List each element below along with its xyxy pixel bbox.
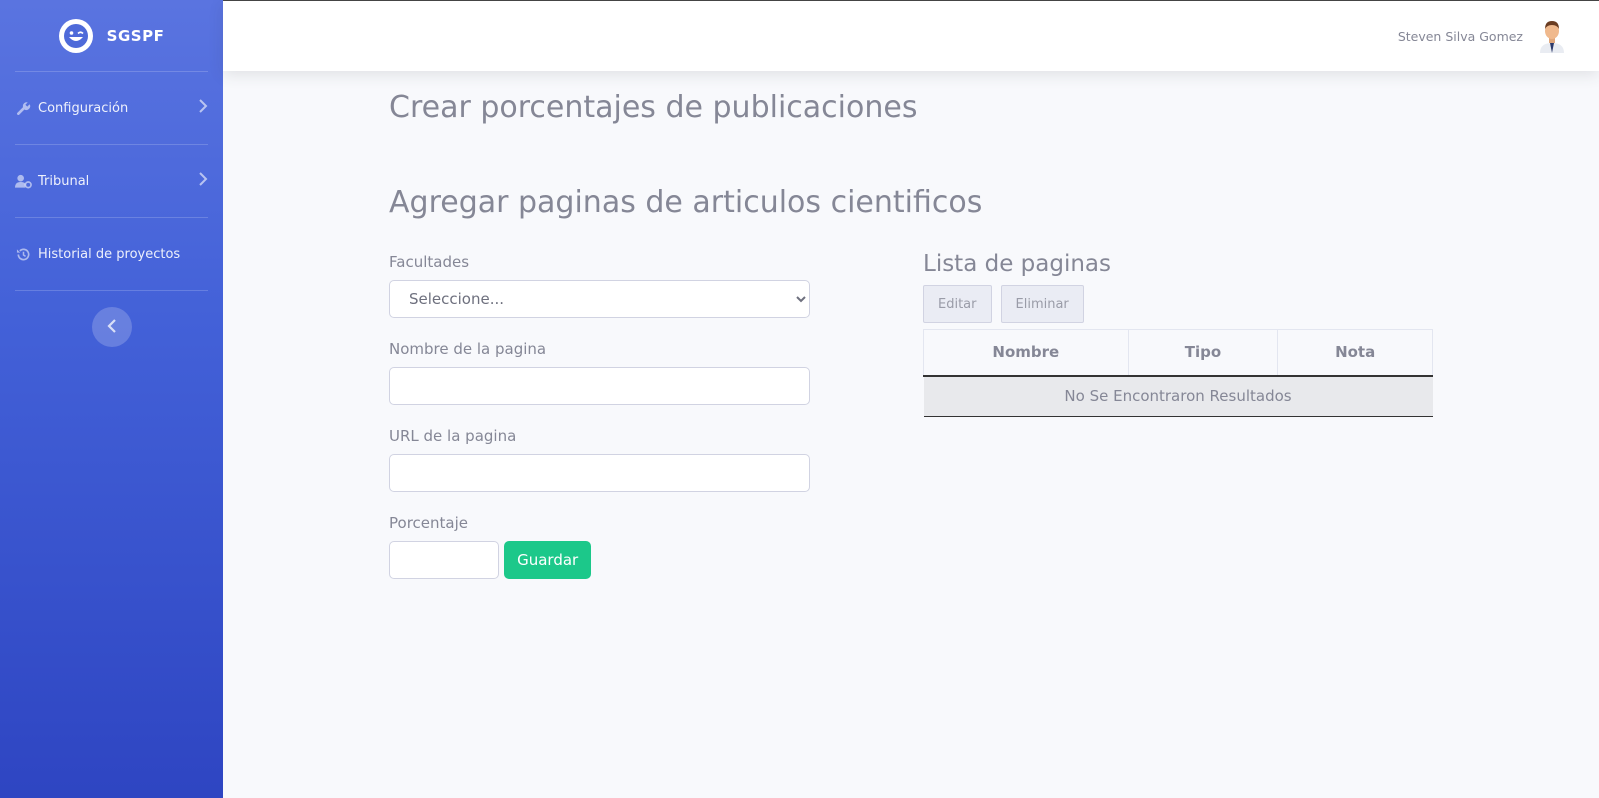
user-gear-icon [15, 174, 32, 189]
sidebar-toggle-button[interactable] [91, 307, 132, 347]
chevron-right-icon [198, 99, 208, 117]
avatar[interactable] [1537, 19, 1567, 53]
pages-table: Nombre Tipo Nota No Se Encontraron Resul… [923, 329, 1433, 417]
edit-button[interactable]: Editar [923, 285, 992, 323]
url-label: URL de la pagina [389, 427, 517, 445]
url-input[interactable] [389, 454, 810, 492]
sidebar-item-label: Configuración [38, 100, 129, 116]
sidebar-item-label: Tribunal [38, 173, 90, 189]
user-name[interactable]: Steven Silva Gomez [1398, 29, 1523, 44]
column-header-nota[interactable]: Nota [1277, 329, 1433, 377]
sidebar-item-label: Historial de proyectos [38, 246, 181, 262]
table-header-row: Nombre Tipo Nota [923, 329, 1433, 377]
sidebar-item-tribunal[interactable]: Tribunal [0, 145, 223, 217]
history-icon [15, 247, 32, 262]
add-page-form: Facultades Seleccione... Nombre de la pa… [389, 253, 810, 595]
facultades-label: Facultades [389, 253, 470, 271]
list-actions: Editar Eliminar [923, 285, 1433, 323]
porcentaje-input[interactable] [389, 541, 499, 579]
porcentaje-label: Porcentaje [389, 514, 468, 532]
sidebar-item-configuracion[interactable]: Configuración [0, 72, 223, 144]
sidebar: SGSPF Configuración Tribunal Historial d… [0, 0, 223, 798]
save-button[interactable]: Guardar [504, 541, 592, 579]
brand[interactable]: SGSPF [0, 0, 223, 71]
chevron-left-icon [106, 318, 117, 337]
nombre-input[interactable] [389, 367, 810, 405]
sidebar-toggle-wrap [0, 291, 223, 347]
section-title: Agregar paginas de articulos cientificos [389, 185, 983, 220]
empty-message: No Se Encontraron Resultados [923, 375, 1433, 417]
column-header-tipo[interactable]: Tipo [1127, 329, 1279, 377]
pages-list-panel: Lista de paginas Editar Eliminar Nombre … [923, 251, 1433, 417]
table-row: No Se Encontraron Resultados [923, 375, 1433, 417]
sidebar-item-historial[interactable]: Historial de proyectos [0, 218, 223, 290]
chevron-right-icon [198, 172, 208, 190]
nombre-label: Nombre de la pagina [389, 340, 547, 358]
facultades-select[interactable]: Seleccione... [389, 280, 810, 318]
delete-button[interactable]: Eliminar [1000, 285, 1084, 323]
wrench-icon [15, 101, 32, 116]
laugh-wink-icon [58, 18, 93, 53]
topbar: Steven Silva Gomez [223, 0, 1599, 71]
brand-name: SGSPF [106, 26, 165, 45]
column-header-nombre[interactable]: Nombre [923, 329, 1129, 377]
list-title: Lista de paginas [923, 251, 1112, 277]
page-title: Crear porcentajes de publicaciones [389, 90, 918, 125]
